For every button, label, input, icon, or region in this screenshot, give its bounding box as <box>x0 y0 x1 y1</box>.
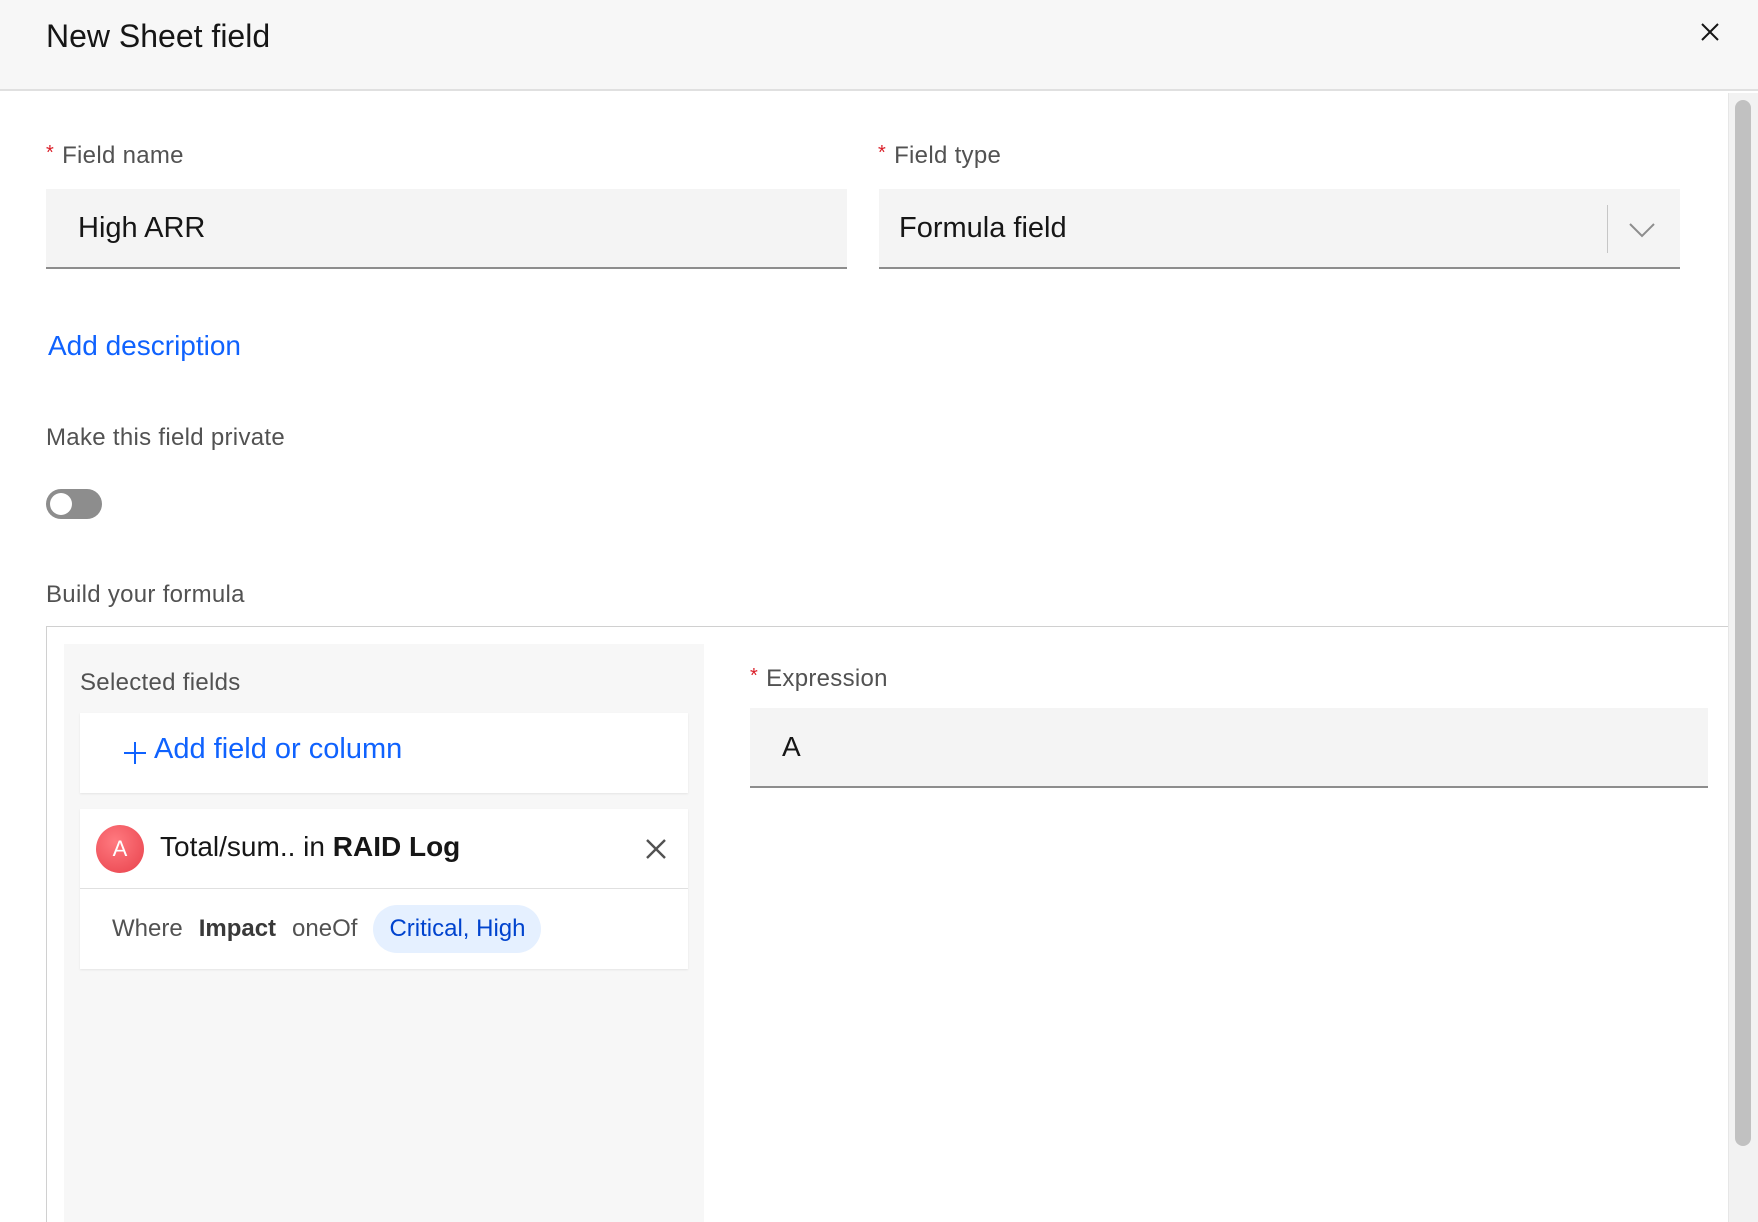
field-condition: Where Impact oneOf Critical, High <box>112 905 557 953</box>
required-mark: * <box>750 665 759 687</box>
add-field-label: Add field or column <box>154 733 403 765</box>
condition-values-tag[interactable]: Critical, High <box>373 905 542 953</box>
dialog-header: New Sheet field <box>0 0 1758 91</box>
dialog-title: New Sheet field <box>46 18 271 54</box>
formula-section-label: Build your formula <box>46 581 245 608</box>
field-type-select[interactable]: Formula field <box>879 189 1680 269</box>
condition-prefix: Where <box>112 915 183 942</box>
expression-input[interactable]: A <box>750 708 1708 788</box>
plus-icon <box>124 742 146 764</box>
private-toggle[interactable] <box>46 489 102 519</box>
field-name-value: High ARR <box>78 211 206 244</box>
toggle-knob <box>50 493 72 515</box>
field-source-sheet: RAID Log <box>332 831 461 862</box>
field-aggregate-name: Total/sum.. <box>160 831 296 862</box>
add-description-link[interactable]: Add description <box>48 330 241 362</box>
selected-field-description: Total/sum.. in RAID Log <box>160 831 460 863</box>
scrollbar-thumb[interactable] <box>1735 100 1751 1146</box>
close-icon <box>1701 23 1719 41</box>
private-toggle-label: Make this field private <box>46 424 286 451</box>
select-divider <box>1607 205 1608 253</box>
remove-field-button[interactable] <box>640 833 672 865</box>
field-connector: in <box>303 831 325 862</box>
required-mark: * <box>878 142 887 164</box>
condition-operator: oneOf <box>292 915 358 942</box>
required-mark: * <box>46 142 55 164</box>
selected-field-card: A Total/sum.. in RAID Log Where Impact o… <box>80 809 688 969</box>
selected-field-header: A Total/sum.. in RAID Log <box>80 809 688 889</box>
close-button[interactable] <box>1690 12 1730 52</box>
field-type-value: Formula field <box>899 211 1067 244</box>
field-name-label: * Field name <box>46 142 184 169</box>
condition-field: Impact <box>198 915 277 942</box>
field-type-label: * Field type <box>878 142 1002 169</box>
field-letter-avatar: A <box>96 825 144 873</box>
chevron-down-icon <box>1629 223 1655 238</box>
selected-fields-label: Selected fields <box>80 669 241 696</box>
new-sheet-field-dialog: New Sheet field * Field name High ARR * Fi… <box>0 0 1758 1222</box>
expression-label: * Expression <box>750 665 888 692</box>
add-field-button[interactable]: Add field or column <box>80 713 688 793</box>
field-name-input[interactable]: High ARR <box>46 189 847 269</box>
expression-value: A <box>782 731 801 762</box>
